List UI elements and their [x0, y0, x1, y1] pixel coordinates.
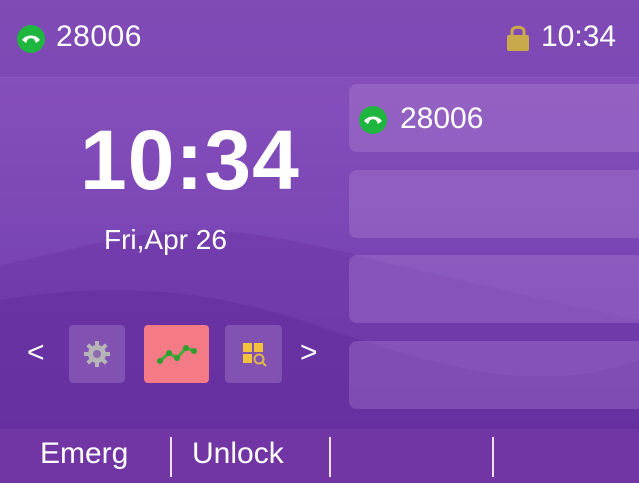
softkey-divider: [170, 437, 172, 477]
softkey-bar: Emerg Unlock: [0, 429, 639, 483]
clock-date: Fri,Apr 26: [104, 224, 227, 255]
line-key-1-label: 28006: [400, 102, 484, 135]
softkey-divider: [329, 437, 331, 477]
status-bar: 28006 10:34: [0, 0, 639, 78]
phone-handset-icon: [17, 25, 45, 53]
emerg-softkey[interactable]: Emerg: [40, 437, 128, 471]
line-key-3[interactable]: [349, 255, 639, 323]
line-key-4[interactable]: [349, 341, 639, 409]
account-number: 28006: [56, 20, 142, 53]
status-icon[interactable]: [144, 325, 209, 383]
softkey-divider: [492, 437, 494, 477]
lock-icon: [507, 25, 529, 51]
settings-icon[interactable]: [69, 325, 125, 383]
softkey-4[interactable]: [500, 437, 630, 477]
switcher-next-arrow[interactable]: >: [300, 338, 318, 368]
line-key-1[interactable]: [349, 84, 639, 152]
directory-search-icon[interactable]: [225, 325, 282, 383]
line-key-2[interactable]: [349, 170, 639, 238]
clock-time: 10:34: [80, 113, 300, 207]
switcher-prev-arrow[interactable]: <: [27, 338, 45, 368]
status-time: 10:34: [541, 20, 617, 53]
phone-handset-icon: [359, 106, 387, 134]
unlock-softkey[interactable]: Unlock: [192, 437, 284, 471]
softkey-3[interactable]: [340, 437, 490, 477]
